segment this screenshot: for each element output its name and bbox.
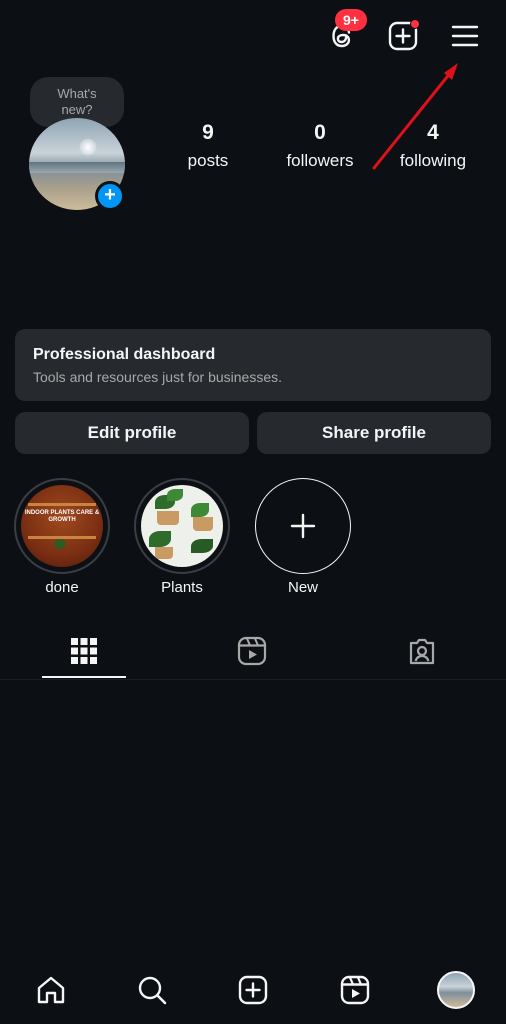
new-activity-dot: [410, 19, 420, 29]
profile-avatar-small: [437, 971, 475, 1009]
followers-count: 0: [314, 121, 326, 144]
new-highlight[interactable]: New: [254, 478, 352, 598]
professional-dashboard[interactable]: Professional dashboard Tools and resourc…: [15, 329, 491, 401]
nav-reels[interactable]: [335, 970, 375, 1010]
nav-create[interactable]: [233, 970, 273, 1010]
active-tab-indicator: [42, 676, 126, 678]
tagged-icon: [409, 638, 435, 665]
dashboard-title: Professional dashboard: [33, 346, 216, 363]
home-icon: [37, 976, 65, 1004]
followers-label: followers: [286, 151, 354, 170]
top-bar: 9+: [0, 0, 506, 72]
search-icon: [138, 976, 167, 1005]
following-label: following: [399, 151, 467, 170]
menu-button[interactable]: [446, 18, 484, 54]
highlight-cover-image: INDOOR PLANTS CARE & GROWTH: [21, 485, 103, 567]
plus-icon: [290, 513, 316, 539]
add-story-button[interactable]: +: [95, 181, 125, 211]
nav-profile[interactable]: [436, 970, 476, 1010]
followers-stat[interactable]: 0 followers: [270, 120, 370, 173]
note-placeholder: What's new?: [57, 86, 97, 117]
following-count: 4: [427, 121, 439, 144]
tab-posts-grid[interactable]: [0, 626, 168, 676]
reels-icon: [340, 975, 370, 1005]
share-profile-button[interactable]: Share profile: [257, 412, 491, 454]
highlight-cover-text: INDOOR PLANTS CARE & GROWTH: [24, 509, 100, 523]
nav-search[interactable]: [132, 970, 172, 1010]
reels-icon: [237, 636, 267, 666]
highlight-label: done: [45, 579, 79, 596]
grid-icon: [71, 638, 97, 664]
tab-tagged[interactable]: [338, 626, 506, 676]
menu-icon: [451, 25, 479, 47]
new-highlight-ring: [255, 478, 351, 574]
highlight-plants[interactable]: Plants: [133, 478, 231, 598]
highlight-cover-image: [141, 485, 223, 567]
create-icon: [238, 975, 268, 1005]
notification-badge: 9+: [335, 9, 367, 31]
posts-count: 9: [202, 121, 214, 144]
edit-profile-button[interactable]: Edit profile: [15, 412, 249, 454]
highlight-label: New: [287, 579, 318, 596]
posts-stat[interactable]: 9 posts: [168, 120, 248, 173]
profile-tabs: [0, 626, 506, 680]
nav-home[interactable]: [31, 970, 71, 1010]
dashboard-subtitle: Tools and resources just for businesses.: [33, 369, 283, 385]
posts-label: posts: [187, 151, 229, 170]
highlight-label: Plants: [161, 579, 203, 596]
following-stat[interactable]: 4 following: [386, 120, 480, 173]
tab-reels[interactable]: [168, 626, 336, 676]
bottom-navigation: [0, 958, 506, 1024]
highlight-done[interactable]: INDOOR PLANTS CARE & GROWTH done: [13, 478, 111, 598]
